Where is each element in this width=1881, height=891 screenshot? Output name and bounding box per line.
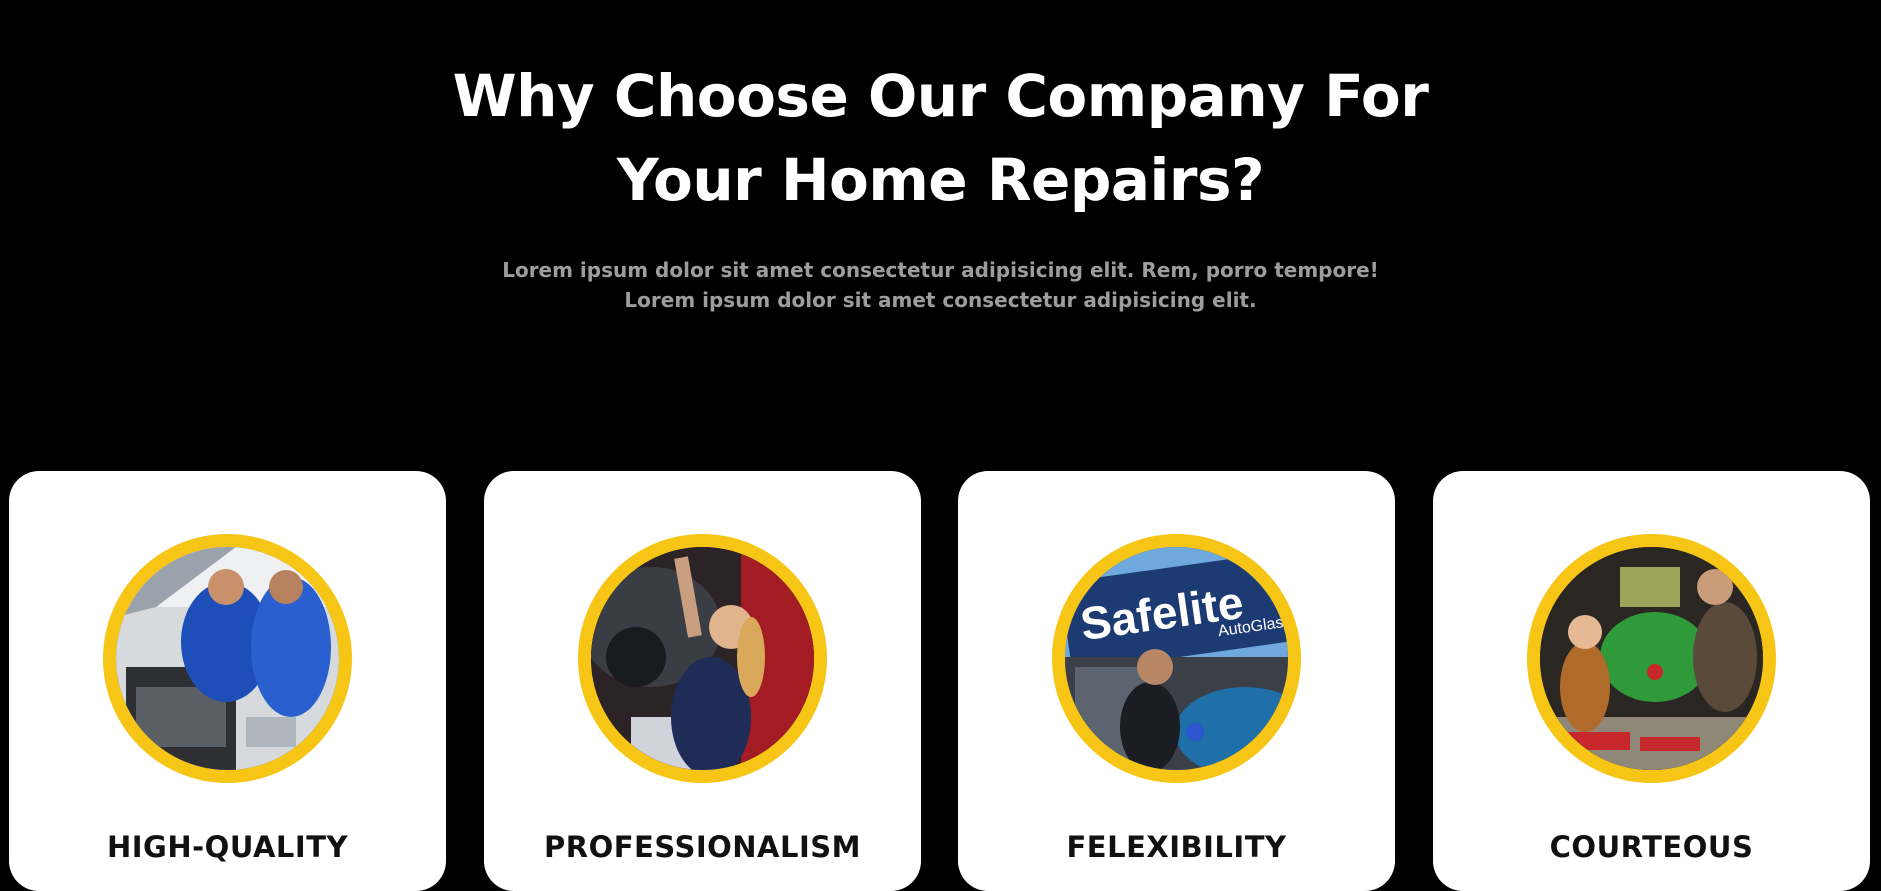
- feature-card-flexibility[interactable]: Safelite AutoGlass FELEXIBILITY: [958, 471, 1395, 891]
- feature-card-courteous[interactable]: COURTEOUS: [1433, 471, 1870, 891]
- technician-image: [591, 547, 814, 770]
- mechanics-image: [116, 547, 339, 770]
- photo-ring: Safelite AutoGlass: [1052, 534, 1301, 783]
- feature-cards: HIGH-QUALITY PROFESSIONALISM Safelite Au…: [9, 471, 1871, 891]
- card-title: PROFESSIONALISM: [544, 830, 861, 864]
- photo-ring: [103, 534, 352, 783]
- card-title: FELEXIBILITY: [1066, 830, 1287, 864]
- card-title: HIGH-QUALITY: [107, 830, 348, 864]
- technician-photo: [591, 547, 814, 770]
- subtitle-line-2: Lorem ipsum dolor sit amet consectetur a…: [624, 288, 1257, 312]
- photo-ring: [578, 534, 827, 783]
- family-repair-image: [1540, 547, 1763, 770]
- autoglass-photo: Safelite AutoGlass: [1065, 547, 1288, 770]
- family-repair-photo: [1540, 547, 1763, 770]
- card-title: COURTEOUS: [1549, 830, 1754, 864]
- page-title: Why Choose Our Company For Your Home Rep…: [0, 54, 1881, 222]
- title-line-1: Why Choose Our Company For: [452, 62, 1429, 130]
- subtitle-line-1: Lorem ipsum dolor sit amet consectetur a…: [502, 258, 1379, 282]
- mechanics-photo: [116, 547, 339, 770]
- feature-card-high-quality[interactable]: HIGH-QUALITY: [9, 471, 446, 891]
- photo-ring: [1527, 534, 1776, 783]
- title-line-2: Your Home Repairs?: [616, 146, 1265, 214]
- page-subtitle: Lorem ipsum dolor sit amet consectetur a…: [0, 255, 1881, 315]
- autoglass-image: Safelite AutoGlass: [1065, 547, 1288, 770]
- feature-card-professionalism[interactable]: PROFESSIONALISM: [484, 471, 921, 891]
